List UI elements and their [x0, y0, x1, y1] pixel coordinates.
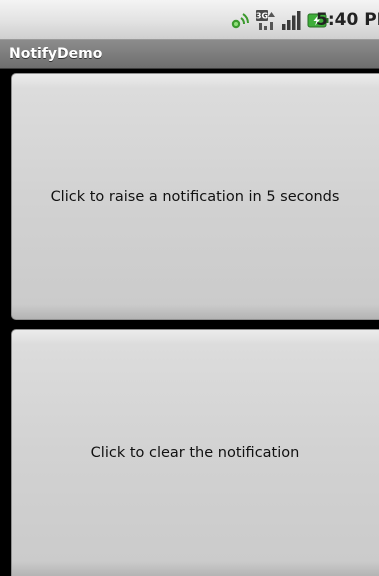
clear-notification-button[interactable]: Click to clear the notification	[11, 329, 379, 576]
app-title: NotifyDemo	[9, 46, 103, 62]
cell-signal-icon	[282, 11, 301, 30]
title-bar: NotifyDemo	[0, 40, 379, 69]
raise-notification-label: Click to raise a notification in 5 secon…	[50, 188, 340, 205]
gps-signal-icon	[231, 13, 249, 29]
clock-time: 5:40 PM	[316, 10, 379, 30]
raise-notification-button[interactable]: Click to raise a notification in 5 secon…	[11, 73, 379, 320]
3g-data-icon: 3G	[256, 10, 275, 30]
status-bar: 3G 5:40 PM	[0, 0, 379, 40]
clear-notification-label: Click to clear the notification	[90, 445, 300, 461]
network-type-text: 3G	[256, 12, 268, 21]
